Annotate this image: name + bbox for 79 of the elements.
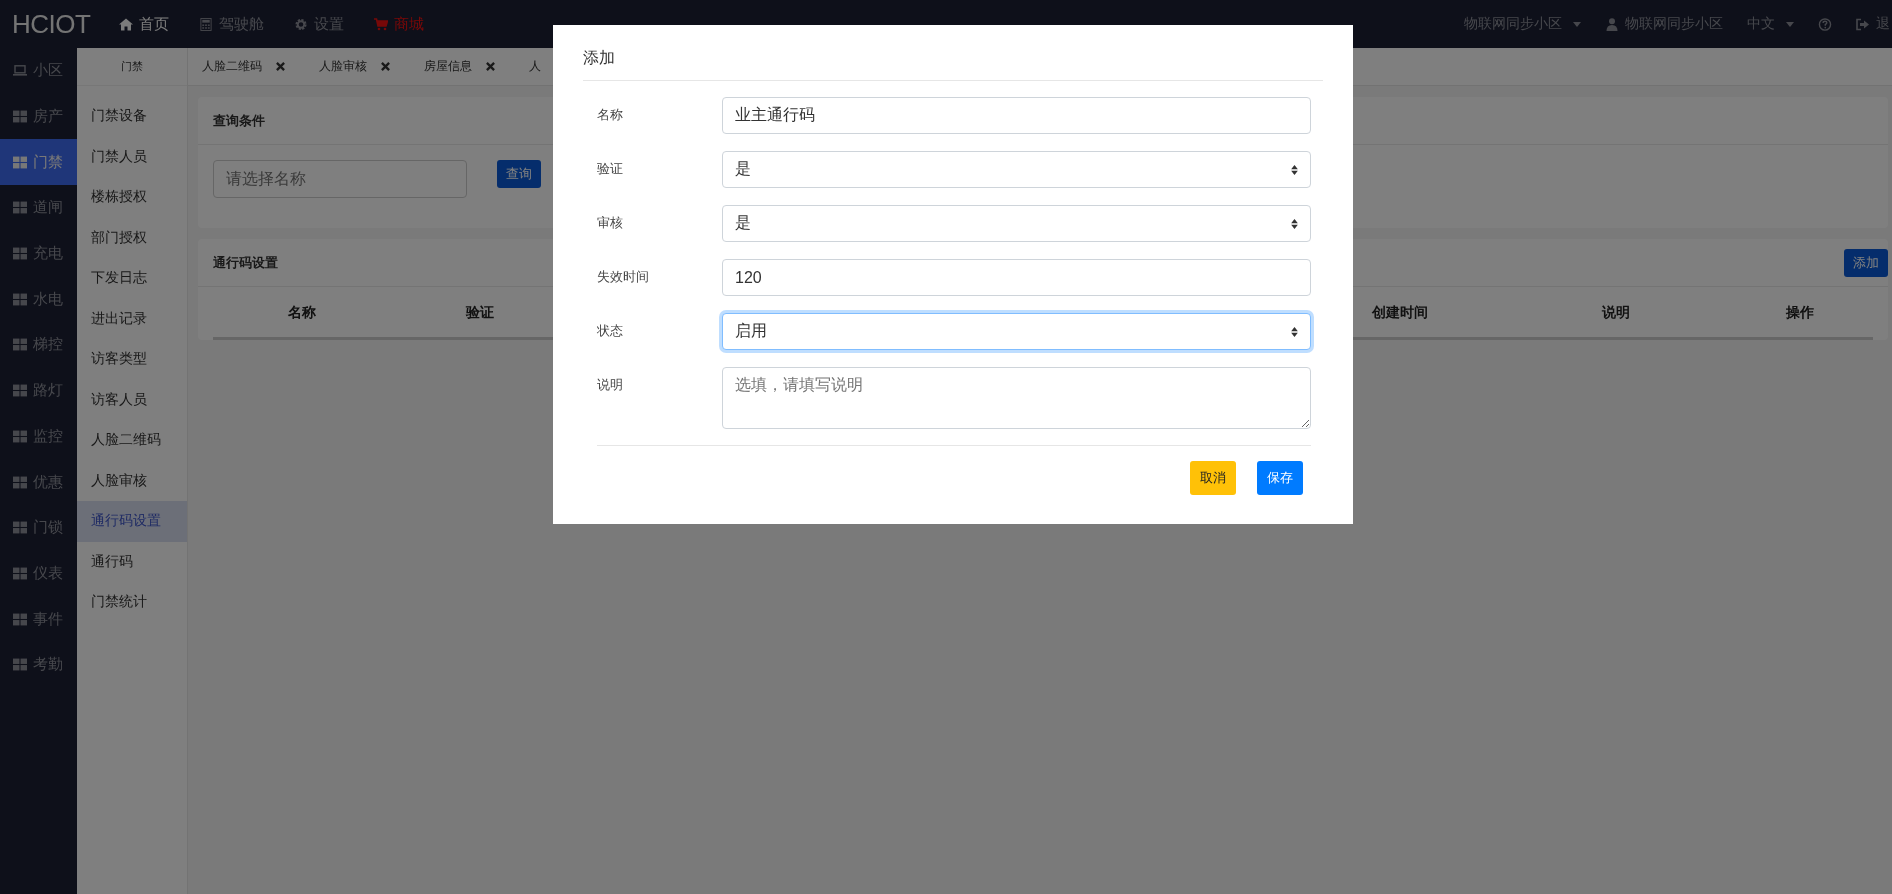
submenu-item[interactable]: 部门授权 [77, 217, 187, 258]
submenu-item[interactable]: 人脸二维码 [77, 420, 187, 461]
submenu-item[interactable]: 访客人员 [77, 379, 187, 420]
updown-icon [1291, 326, 1298, 337]
caret-icon [1786, 21, 1794, 27]
home-icon [119, 17, 134, 31]
page-tab[interactable]: 人 [529, 58, 541, 75]
add-button[interactable]: 添加 [1844, 248, 1888, 277]
app-logo[interactable]: HCIOT [0, 8, 105, 40]
grid-icon [13, 338, 27, 352]
description-field[interactable]: 选填，请填写说明 [722, 367, 1311, 429]
select-field[interactable]: 启用 [722, 313, 1311, 350]
select-field[interactable]: 是 [722, 205, 1311, 242]
submenu-item[interactable]: 访客类型 [77, 339, 187, 380]
card-title: 通行码设置 [213, 253, 278, 272]
column-header: 名称 [288, 303, 316, 322]
input-field[interactable]: 120 [722, 259, 1311, 296]
grid-icon [13, 247, 27, 261]
grid-icon [13, 384, 27, 398]
logout-icon [1856, 17, 1870, 31]
page-tab[interactable]: 人脸二维码 [202, 58, 285, 75]
submenu-item[interactable]: 通行码设置 [77, 501, 187, 542]
gear-icon [294, 17, 309, 31]
sidebar-item[interactable]: 路灯 [0, 367, 77, 414]
field-label: 状态 [597, 322, 624, 340]
grid-icon [13, 155, 27, 169]
grid-icon [13, 475, 27, 489]
name-field[interactable]: 请选择名称 [213, 160, 467, 198]
sidebar-item[interactable]: 水电 [0, 276, 77, 323]
select-field[interactable]: 是 [722, 151, 1311, 188]
input-field[interactable]: 业主通行码 [722, 97, 1311, 134]
column-header: 说明 [1602, 303, 1630, 322]
sidebar-item[interactable]: 优惠 [0, 459, 77, 505]
field-label: 审核 [597, 214, 624, 232]
column-header: 验证 [466, 303, 494, 322]
field-label: 说明 [597, 376, 624, 394]
grid-icon [13, 566, 27, 580]
user-icon [1605, 17, 1619, 31]
card-title: 查询条件 [213, 111, 265, 130]
logout-link[interactable]: 退 [1844, 15, 1892, 33]
close-icon[interactable] [381, 62, 390, 71]
submenu-item[interactable]: 人脸审核 [77, 460, 187, 501]
grid-icon [13, 429, 27, 443]
calculator-icon [199, 17, 214, 31]
nav-link[interactable]: 首页 [104, 14, 185, 34]
close-icon[interactable] [486, 62, 495, 71]
submenu-item[interactable]: 门禁统计 [77, 582, 187, 623]
dialog-title: 添加 [583, 25, 1323, 81]
submenu-item[interactable]: 门禁人员 [77, 136, 187, 177]
column-header: 操作 [1786, 303, 1814, 322]
grid-icon [13, 110, 27, 124]
close-icon[interactable] [276, 62, 285, 71]
field-label: 验证 [597, 160, 624, 178]
grid-icon [13, 612, 27, 626]
laptop-icon [13, 64, 27, 78]
search-button[interactable]: 查询 [497, 160, 541, 188]
cancel-button[interactable]: 取消 [1190, 461, 1236, 495]
page-tab[interactable]: 房屋信息 [424, 58, 495, 75]
page-tab[interactable]: 人脸审核 [319, 58, 390, 75]
field-label: 失效时间 [597, 268, 650, 286]
submenu-item[interactable]: 楼栋授权 [77, 177, 187, 218]
updown-icon [1291, 164, 1298, 175]
submenu-title: 门禁 [77, 48, 187, 86]
grid-icon [13, 201, 27, 215]
submenu-item[interactable]: 通行码 [77, 541, 187, 582]
grid-icon [13, 658, 27, 672]
field-label: 名称 [597, 106, 624, 124]
grid-icon [13, 292, 27, 306]
save-button[interactable]: 保存 [1257, 461, 1303, 495]
sidebar-item[interactable]: 充电 [0, 230, 77, 277]
submenu-item[interactable]: 下发日志 [77, 258, 187, 299]
column-header: 创建时间 [1372, 303, 1428, 322]
submenu-item[interactable]: 门禁设备 [77, 96, 187, 137]
grid-icon [13, 521, 27, 535]
submenu-item[interactable]: 进出记录 [77, 298, 187, 339]
caret-icon [1573, 21, 1581, 27]
updown-icon [1291, 218, 1298, 229]
sidebar-item[interactable]: 门禁 [0, 139, 77, 186]
cart-icon [374, 17, 389, 31]
